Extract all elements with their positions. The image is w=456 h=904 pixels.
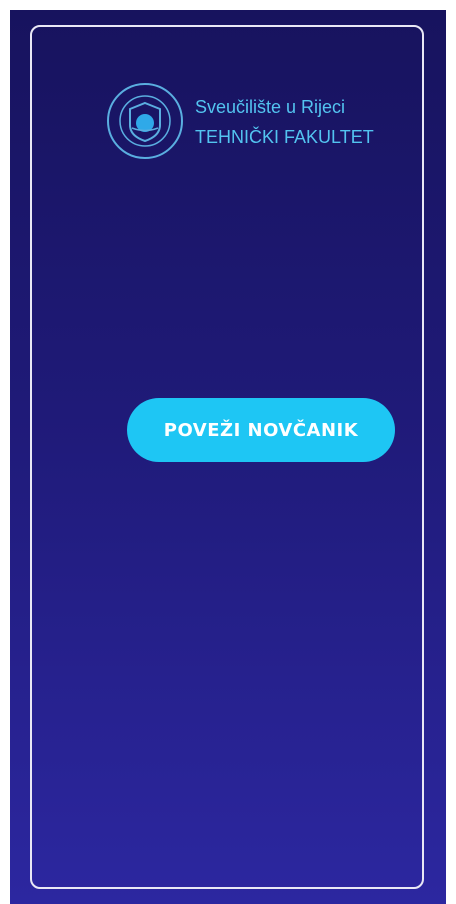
app-screen: Sveučilište u Rijeci TEHNIČKI FAKULTET P… [10, 10, 446, 904]
faculty-header: Sveučilište u Rijeci TEHNIČKI FAKULTET [105, 81, 425, 161]
faculty-name: TEHNIČKI FAKULTET [195, 127, 374, 147]
header-text: Sveučilište u Rijeci TEHNIČKI FAKULTET [195, 92, 435, 152]
university-seal-logo [107, 83, 183, 159]
university-name: Sveučilište u Rijeci [195, 97, 346, 117]
connect-wallet-button[interactable]: POVEŽI NOVČANIK [127, 398, 395, 462]
card-frame: Sveučilište u Rijeci TEHNIČKI FAKULTET P… [30, 25, 424, 889]
